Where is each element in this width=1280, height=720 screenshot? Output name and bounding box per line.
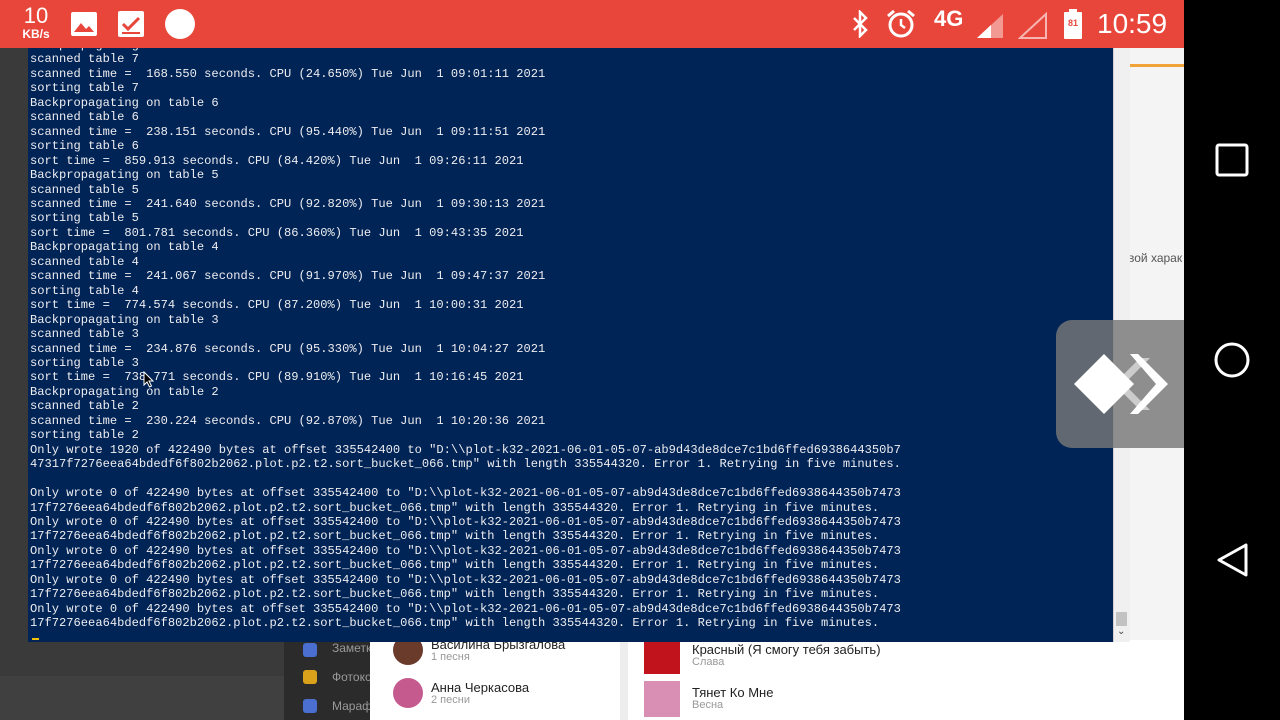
assistive-touch-button[interactable] <box>1056 320 1184 448</box>
sidebar-item-marathon[interactable]: Мараф <box>332 699 372 713</box>
sidebar-item-notes[interactable]: Заметк <box>332 641 371 655</box>
song-artist: Весна <box>692 699 724 711</box>
trophy-icon <box>303 670 317 684</box>
console-line: sorting table 7 <box>30 81 139 96</box>
song-title[interactable]: Тянет Ко Мне <box>692 685 773 700</box>
console-line: scanned time = 241.640 seconds. CPU (92.… <box>30 196 546 211</box>
avatar[interactable] <box>393 678 423 708</box>
battery-level: 81 <box>1067 18 1078 28</box>
song-artist: Слава <box>692 656 725 668</box>
console-line: scanned table 5 <box>30 182 139 197</box>
console-line: sort time = 774.574 seconds. CPU (87.200… <box>30 298 524 313</box>
alarm-icon <box>887 9 915 38</box>
console-line: Backpropagating on table 6 <box>30 95 219 110</box>
net-speed: 10 KB/s <box>14 3 58 41</box>
console-line: scanned table 2 <box>30 399 139 414</box>
console-line: Backpropagating on table 4 <box>30 240 219 255</box>
song-cover[interactable] <box>644 638 680 674</box>
console-line: sorting table 2 <box>30 428 139 443</box>
console-line: scanned time = 241.067 seconds. CPU (91.… <box>30 269 546 284</box>
recents-square-icon[interactable] <box>1215 143 1249 177</box>
console-line: sorting table 6 <box>30 139 139 154</box>
back-triangle-icon[interactable] <box>1215 542 1249 578</box>
song-title[interactable]: Красный (Я смогу тебя забыть) <box>692 642 881 657</box>
console-line: sorting table 4 <box>30 283 139 298</box>
console-line: 17f7276eea64bdedf6f802b2062.plot.p2.t2.s… <box>30 616 880 631</box>
console-line: scanned table 7 <box>30 52 139 67</box>
signal-empty-icon <box>1018 12 1047 39</box>
console-line: 17f7276eea64bdedf6f802b2062.plot.p2.t2.s… <box>30 529 880 544</box>
marathon-icon <box>303 699 317 713</box>
background-left-bottom <box>0 676 284 720</box>
person-songs-count: 2 песни <box>431 694 470 706</box>
image-icon <box>71 12 97 36</box>
right-pane-snippet: вой харак <box>1128 251 1183 265</box>
console-line: Only wrote 0 of 422490 bytes at offset 3… <box>30 572 901 587</box>
console-line: Only wrote 0 of 422490 bytes at offset 3… <box>30 514 901 529</box>
console-line: sort time = 801.781 seconds. CPU (86.360… <box>30 225 524 240</box>
bluetooth-icon <box>853 10 868 38</box>
console-line: scanned time = 238.151 seconds. CPU (95.… <box>30 124 546 139</box>
console-line: Backpropagating on table 5 <box>30 168 219 183</box>
code-chevrons-icon <box>1074 354 1168 414</box>
person-name[interactable]: Анна Черкасова <box>431 680 529 695</box>
console-line: sort time = 738.771 seconds. CPU (89.910… <box>30 370 524 385</box>
console-line: scanned table 3 <box>30 327 139 342</box>
console-line: scanned time = 168.550 seconds. CPU (24.… <box>30 66 546 81</box>
console-line: Only wrote 1920 of 422490 bytes at offse… <box>30 442 901 457</box>
scrollbar-thumb[interactable] <box>1116 612 1127 626</box>
checkbox-icon <box>118 11 144 37</box>
console-line: scanned time = 230.224 seconds. CPU (92.… <box>30 413 546 428</box>
navigation-bar <box>1184 0 1280 720</box>
person-songs-count: 1 песня <box>431 651 470 663</box>
text-cursor <box>32 638 39 640</box>
console-line: sort time = 859.913 seconds. CPU (84.420… <box>30 153 524 168</box>
net-speed-value: 10 <box>23 3 49 28</box>
net-speed-unit: KB/s <box>22 27 50 41</box>
console-window[interactable]: Backpropagating on table 7scanned table … <box>28 48 1130 642</box>
notes-icon <box>303 643 317 657</box>
scroll-down-arrow-icon[interactable]: ⌄ <box>1117 626 1125 637</box>
console-line: scanned table 6 <box>30 110 139 125</box>
console-line: Only wrote 0 of 422490 bytes at offset 3… <box>30 601 901 616</box>
circle-icon <box>165 9 195 39</box>
network-type: 4G <box>934 6 964 31</box>
accent-line <box>1129 64 1184 67</box>
mouse-pointer-icon <box>143 371 155 388</box>
console-line: Backpropagating on table 2 <box>30 384 219 399</box>
sidebar-item-photo[interactable]: Фотоко <box>332 670 372 684</box>
console-line: Only wrote 0 of 422490 bytes at offset 3… <box>30 486 901 501</box>
console-line: 17f7276eea64bdedf6f802b2062.plot.p2.t2.s… <box>30 587 880 602</box>
console-line: 17f7276eea64bdedf6f802b2062.plot.p2.t2.s… <box>30 558 880 573</box>
console-line: sorting table 5 <box>30 211 139 226</box>
console-line: scanned time = 234.876 seconds. CPU (95.… <box>30 341 546 356</box>
console-line: sorting table 3 <box>30 355 139 370</box>
console-line: Backpropagating on table 3 <box>30 312 219 327</box>
clock: 10:59 <box>1097 8 1168 39</box>
console-line: 17f7276eea64bdedf6f802b2062.plot.p2.t2.s… <box>30 500 880 515</box>
console-output: Backpropagating on table 7scanned table … <box>30 48 901 631</box>
console-line: Only wrote 0 of 422490 bytes at offset 3… <box>30 543 901 558</box>
status-bar: 10 KB/s 4G 81 10:59 <box>0 0 1184 48</box>
console-line: scanned table 4 <box>30 254 139 269</box>
home-circle-icon[interactable] <box>1214 342 1250 378</box>
panel-separator <box>620 640 628 720</box>
song-cover[interactable] <box>644 681 680 717</box>
signal-icon <box>977 14 1003 38</box>
console-line: 47317f7276eea64bdedf6f802b2062.plot.p2.t… <box>30 457 901 472</box>
